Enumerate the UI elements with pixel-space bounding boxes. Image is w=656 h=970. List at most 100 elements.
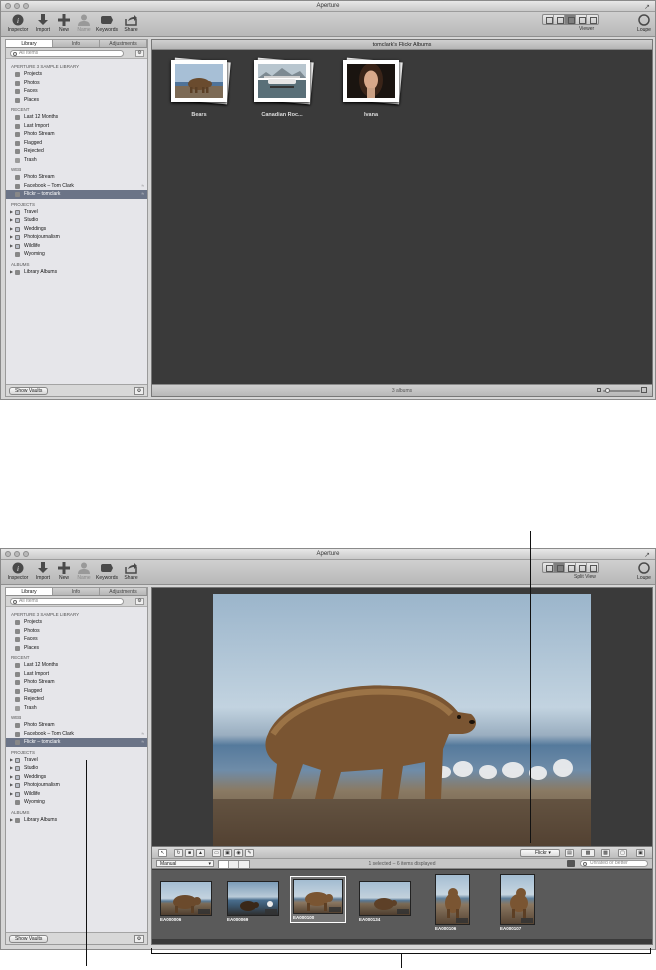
show-vaults-button[interactable]: Show Vaults: [9, 935, 49, 943]
new-button[interactable]: New: [53, 13, 75, 33]
inspector-button[interactable]: i Inspector: [7, 13, 29, 33]
thumbnail-ea000106[interactable]: EA000106: [435, 874, 470, 931]
show-vaults-button[interactable]: Show Vaults: [9, 387, 49, 395]
thumbnail-ea000069[interactable]: EA000069: [227, 881, 279, 922]
sidebar-item-photos[interactable]: Photos: [6, 79, 147, 88]
tab-info[interactable]: Info: [53, 40, 100, 47]
sidebar-item-rejected[interactable]: Rejected: [6, 695, 147, 704]
sidebar-item-facebook[interactable]: Facebook – Tom Clark ≈: [6, 730, 147, 739]
thumbnail-ea000107[interactable]: EA000107: [500, 874, 535, 931]
gear-icon[interactable]: ⚙: [135, 598, 144, 605]
export-menu-icon[interactable]: ▩: [581, 849, 595, 857]
fullscreen-mode-icon[interactable]: ▣: [636, 849, 645, 857]
loupe-button[interactable]: Loupe: [633, 13, 655, 33]
gear-icon[interactable]: ⚙: [135, 50, 144, 57]
sidebar-item-studio[interactable]: ▶ Studio: [6, 764, 147, 773]
tab-info[interactable]: Info: [53, 588, 100, 595]
library-search-input[interactable]: All Items: [10, 50, 124, 57]
split-view-icon[interactable]: [554, 563, 565, 572]
close-button[interactable]: [5, 3, 11, 9]
faces-view-icon[interactable]: [576, 563, 587, 572]
sidebar-item-last-import[interactable]: Last Import: [6, 122, 147, 131]
slider-knob[interactable]: [605, 388, 610, 393]
zoom-button[interactable]: [23, 3, 29, 9]
sidebar-item-weddings[interactable]: ▶ Weddings: [6, 773, 147, 782]
disclosure-triangle-icon[interactable]: ▶: [10, 268, 13, 277]
grid-view-icon[interactable]: [543, 563, 554, 572]
sidebar-item-trash[interactable]: Trash: [6, 704, 147, 713]
sidebar-item-web-photo-stream[interactable]: Photo Stream: [6, 721, 147, 730]
sidebar-item-wyoming[interactable]: Wyoming: [6, 250, 147, 259]
minimize-button[interactable]: [14, 3, 20, 9]
sidebar-item-flagged[interactable]: Flagged: [6, 139, 147, 148]
sidebar-item-rejected[interactable]: Rejected: [6, 147, 147, 156]
split-view-icon[interactable]: [554, 15, 565, 24]
sidebar-item-photojournalism[interactable]: ▶ Photojournalism: [6, 233, 147, 242]
thumbnail-ea000100[interactable]: EA000100: [290, 876, 346, 923]
grid-view-icon[interactable]: [543, 15, 554, 24]
viewer-view-icon[interactable]: [565, 563, 576, 572]
thumbnail-ea000006[interactable]: EA000006: [160, 881, 212, 922]
sidebar-item-last-12-months[interactable]: Last 12 Months: [6, 661, 147, 670]
gear-icon[interactable]: ⚙: [134, 387, 144, 395]
metadata-overlay-icon[interactable]: ▩: [601, 849, 610, 857]
disclosure-triangle-icon[interactable]: ▶: [10, 764, 13, 773]
sidebar-item-web-photo-stream[interactable]: Photo Stream: [6, 173, 147, 182]
filter-search-input[interactable]: Unrated or better: [580, 860, 648, 867]
sidebar-item-facebook[interactable]: Facebook – Tom Clark ≈: [6, 182, 147, 191]
sidebar-item-studio[interactable]: ▶ Studio: [6, 216, 147, 225]
sidebar-item-trash[interactable]: Trash: [6, 156, 147, 165]
disclosure-triangle-icon[interactable]: ▶: [10, 208, 13, 217]
disclosure-triangle-icon[interactable]: ▶: [10, 816, 13, 825]
sidebar-item-library-albums[interactable]: ▶ Library Albums: [6, 268, 147, 277]
sidebar-item-weddings[interactable]: ▶ Weddings: [6, 225, 147, 234]
loupe-button[interactable]: Loupe: [633, 561, 655, 581]
tab-library[interactable]: Library: [6, 40, 53, 47]
album-canadian-rockies[interactable]: Canadian Roc...: [247, 57, 317, 118]
sidebar-item-last-import[interactable]: Last Import: [6, 670, 147, 679]
sidebar-item-photojournalism[interactable]: ▶ Photojournalism: [6, 781, 147, 790]
album-ivana[interactable]: Ivana: [336, 57, 406, 118]
disclosure-triangle-icon[interactable]: ▶: [10, 781, 13, 790]
keywords-button[interactable]: Keywords: [96, 13, 118, 33]
selection-tool-icon[interactable]: ↖: [158, 849, 167, 857]
disclosure-triangle-icon[interactable]: ▶: [10, 756, 13, 765]
disclosure-triangle-icon[interactable]: ▶: [10, 773, 13, 782]
thumbnail-ea000134[interactable]: EA000134: [359, 881, 411, 922]
places-view-icon[interactable]: [587, 15, 598, 24]
disclosure-triangle-icon[interactable]: ▶: [10, 225, 13, 234]
redeye-tool-icon[interactable]: ◉: [234, 849, 243, 857]
straighten-tool-icon[interactable]: ▭: [212, 849, 221, 857]
filter-hud-icon[interactable]: [567, 860, 575, 867]
new-button[interactable]: New: [53, 561, 75, 581]
sidebar-item-wyoming[interactable]: Wyoming: [6, 798, 147, 807]
import-button[interactable]: Import: [32, 13, 54, 33]
rotate-tool-icon[interactable]: ↻: [174, 849, 183, 857]
name-button[interactable]: Name: [73, 561, 95, 581]
crop-tool-icon[interactable]: ▣: [223, 849, 232, 857]
brush-tool-icon[interactable]: ✎: [245, 849, 254, 857]
zoom-button[interactable]: [23, 551, 29, 557]
import-button[interactable]: Import: [32, 561, 54, 581]
sidebar-item-flickr[interactable]: Flickr – tomclark ≈: [6, 738, 147, 747]
viewer-image[interactable]: [213, 594, 591, 846]
toggle-viewer-icon[interactable]: ▢: [618, 849, 627, 857]
gear-icon[interactable]: ⚙: [134, 935, 144, 943]
tab-adjustments[interactable]: Adjustments: [100, 588, 147, 595]
sidebar-item-flickr[interactable]: Flickr – tomclark ≈: [6, 190, 147, 199]
sidebar-item-photos[interactable]: Photos: [6, 627, 147, 636]
sidebar-item-faces[interactable]: Faces: [6, 635, 147, 644]
disclosure-triangle-icon[interactable]: ▶: [10, 790, 13, 799]
flickr-popup-menu[interactable]: Flickr ▾: [520, 849, 560, 857]
sidebar-item-travel[interactable]: ▶ Travel: [6, 208, 147, 217]
viewer-view-icon[interactable]: [565, 15, 576, 24]
faces-view-icon[interactable]: [576, 15, 587, 24]
tab-adjustments[interactable]: Adjustments: [100, 40, 147, 47]
disclosure-triangle-icon[interactable]: ▶: [10, 242, 13, 251]
name-button[interactable]: Name: [73, 13, 95, 33]
sidebar-item-wildlife[interactable]: ▶ Wildlife: [6, 790, 147, 799]
places-view-icon[interactable]: [587, 563, 598, 572]
disclosure-triangle-icon[interactable]: ▶: [10, 233, 13, 242]
sidebar-item-faces[interactable]: Faces: [6, 87, 147, 96]
share-button[interactable]: Share: [120, 561, 142, 581]
